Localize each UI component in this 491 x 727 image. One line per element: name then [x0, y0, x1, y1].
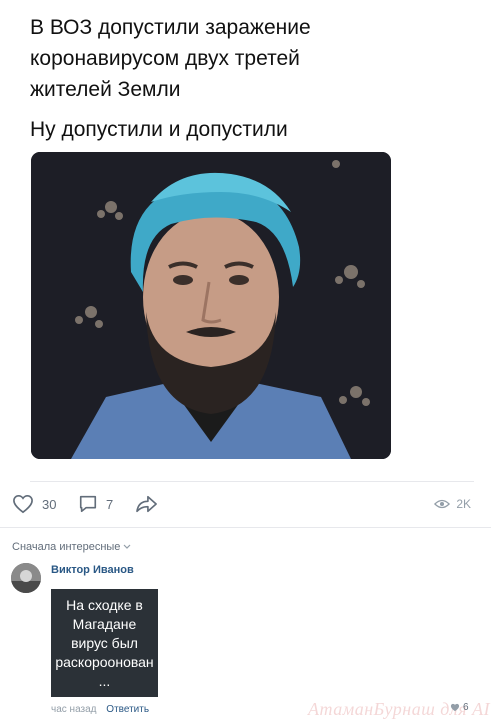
comment-like-count: 6	[463, 702, 469, 713]
eye-icon	[434, 499, 451, 509]
comment-button[interactable]: 7	[78, 484, 113, 524]
like-button[interactable]: 30	[12, 484, 56, 524]
reply-link[interactable]: Ответить	[106, 704, 149, 715]
like-count: 30	[42, 496, 57, 512]
comments-sort-dropdown[interactable]: Сначала интересные	[12, 541, 131, 553]
heart-filled-icon	[450, 703, 460, 712]
comment-image-text: На сходке в Магадане вирус был раскороон…	[55, 596, 154, 689]
post-caption: Ну допустили и допустили	[30, 118, 288, 141]
comment-image[interactable]: На сходке в Магадане вирус был раскороон…	[51, 589, 158, 697]
post-photo[interactable]	[31, 152, 391, 459]
views-count: 2K	[456, 497, 471, 511]
chevron-down-icon	[123, 544, 131, 549]
heart-icon	[13, 494, 33, 514]
comment-count: 7	[106, 496, 114, 512]
avatar[interactable]	[11, 563, 41, 593]
views-counter: 2K	[434, 484, 471, 524]
comment-like-button[interactable]: 6	[450, 702, 469, 713]
comment-icon	[79, 495, 97, 513]
section-divider	[0, 527, 491, 528]
share-arrow-icon	[136, 495, 157, 513]
post-divider	[30, 481, 474, 482]
comment-author[interactable]: Виктор Иванов	[51, 564, 134, 576]
avatar-image	[11, 563, 41, 593]
share-button[interactable]	[135, 484, 159, 524]
sort-label: Сначала интересные	[12, 541, 121, 553]
comment-time[interactable]: час назад	[51, 704, 97, 715]
post-action-bar: 30 7 2K	[0, 484, 491, 524]
comment-meta: час назад Ответить	[51, 704, 149, 715]
post-headline: В ВОЗ допустили заражение коронавирусом …	[30, 16, 311, 101]
portrait-illustration	[31, 152, 391, 459]
